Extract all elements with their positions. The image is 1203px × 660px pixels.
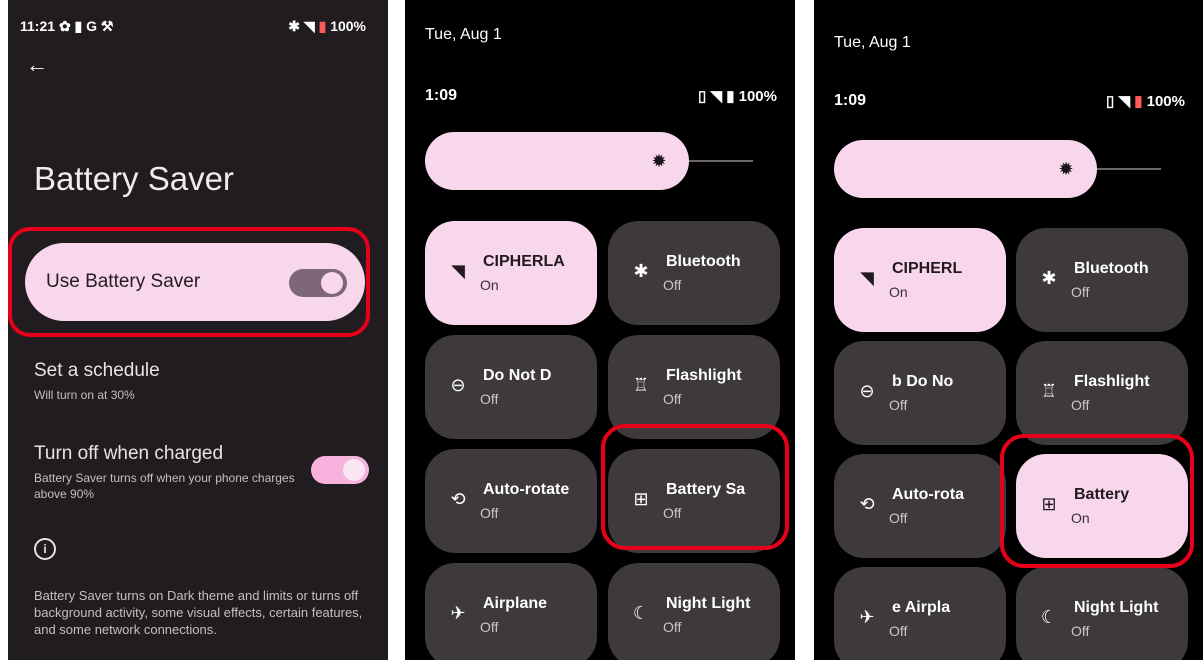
qs-date: Tue, Aug 1 bbox=[834, 34, 911, 51]
tile-state: On bbox=[889, 284, 908, 300]
qs-tile-wifi[interactable]: ◥ CIPHERL On bbox=[834, 228, 1006, 332]
tile-state: On bbox=[480, 277, 499, 293]
page-title: Battery Saver bbox=[34, 160, 234, 197]
wifi-icon: ◥ bbox=[451, 261, 465, 281]
battery-saver-footer: Battery Saver turns on Dark theme and li… bbox=[34, 588, 363, 637]
qs-tile-auto-rotate[interactable]: ⟲ Auto-rotate Off bbox=[425, 449, 597, 553]
night-light-icon: ☾ bbox=[1040, 607, 1058, 627]
toggle-knob bbox=[343, 459, 365, 481]
qs-tile-do-not-disturb[interactable]: ⊖ b Do No Off bbox=[834, 341, 1006, 445]
tile-state: Off bbox=[663, 391, 682, 407]
schedule-title[interactable]: Set a schedule bbox=[34, 360, 160, 382]
back-arrow-icon[interactable]: ← bbox=[26, 52, 48, 78]
tile-state: Off bbox=[889, 510, 908, 526]
tile-label: Flashlight bbox=[1074, 373, 1150, 390]
bluetooth-icon: ✱ bbox=[1041, 268, 1057, 288]
night-light-icon: ☾ bbox=[632, 603, 650, 623]
tile-state: Off bbox=[1071, 397, 1090, 413]
battery-icon: ▮ bbox=[318, 18, 327, 34]
flashlight-icon: ♖ bbox=[1040, 381, 1058, 401]
tile-label: Bluetooth bbox=[666, 253, 741, 270]
tile-label: CIPHERL bbox=[892, 260, 963, 277]
brightness-icon: ✹ bbox=[1058, 159, 1074, 179]
quick-settings-screen-off: Tue, Aug 1 1:09 ▯ ◥ ▮ 100% ✹ ◥ CIPHERLA On… bbox=[405, 0, 795, 660]
bluetooth-icon: ✱ bbox=[633, 261, 649, 281]
qs-tile-night-light[interactable]: ☾ Night Light Off bbox=[1016, 567, 1188, 660]
tile-label: Do Not D bbox=[483, 367, 552, 384]
tile-state: Off bbox=[889, 397, 908, 413]
tile-label: Airplane bbox=[483, 595, 548, 612]
tile-label: Bluetooth bbox=[1074, 260, 1149, 277]
status-icons: ✿ ▮ G ⚒ bbox=[58, 18, 114, 34]
tile-state: Off bbox=[480, 619, 499, 635]
tile-label: e Airpla bbox=[892, 599, 951, 616]
qs-tile-flashlight[interactable]: ♖ Flashlight Off bbox=[1016, 341, 1188, 445]
qs-tile-bluetooth[interactable]: ✱ Bluetooth Off bbox=[1016, 228, 1188, 332]
qs-tile-night-light[interactable]: ☾ Night Light Off bbox=[608, 563, 780, 660]
tile-label: Flashlight bbox=[666, 367, 742, 384]
flashlight-icon: ♖ bbox=[632, 375, 650, 395]
tile-label: CIPHERLA bbox=[483, 253, 565, 270]
turn-off-when-charged-toggle[interactable] bbox=[311, 456, 369, 484]
qs-time: 1:09 bbox=[425, 87, 458, 104]
tile-label: Auto-rota bbox=[892, 486, 964, 503]
tile-state: Off bbox=[1071, 623, 1090, 639]
brightness-icon: ✹ bbox=[651, 151, 667, 171]
tile-state: Off bbox=[480, 391, 499, 407]
vibrate-icon: ▯ bbox=[1106, 93, 1115, 110]
auto-rotate-icon: ⟲ bbox=[450, 489, 466, 509]
tile-state: Off bbox=[1071, 284, 1090, 300]
tile-label: Auto-rotate bbox=[483, 481, 570, 498]
qs-status-icons: ▯ ◥ ▮ 100% bbox=[698, 87, 777, 105]
tile-state: Off bbox=[663, 619, 682, 635]
status-time: 11:21 bbox=[20, 18, 56, 34]
info-icon: i bbox=[34, 538, 56, 560]
qs-tile-auto-rotate[interactable]: ⟲ Auto-rota Off bbox=[834, 454, 1006, 558]
battery-icon: ▮ bbox=[1134, 93, 1143, 110]
tile-label: Night Light bbox=[1074, 599, 1159, 616]
airplane-icon: ✈ bbox=[859, 607, 875, 627]
qs-battery: 100% bbox=[1146, 93, 1185, 110]
highlight-frame bbox=[601, 424, 789, 550]
highlight-frame bbox=[8, 227, 370, 337]
wifi-icon: ◥ bbox=[710, 88, 723, 105]
tile-label: Night Light bbox=[666, 595, 751, 612]
qs-date: Tue, Aug 1 bbox=[425, 26, 502, 43]
turn-off-when-charged-title[interactable]: Turn off when charged bbox=[34, 443, 223, 465]
auto-rotate-icon: ⟲ bbox=[859, 494, 875, 514]
turn-off-when-charged-subtitle: Battery Saver turns off when your phone … bbox=[34, 471, 295, 501]
tile-label: b Do No bbox=[892, 373, 954, 390]
wifi-icon: ◥ bbox=[303, 18, 315, 34]
wifi-icon: ◥ bbox=[860, 268, 874, 288]
battery-icon: ▮ bbox=[726, 88, 735, 105]
qs-tile-do-not-disturb[interactable]: ⊖ Do Not D Off bbox=[425, 335, 597, 439]
status-bar-right: ✱ ◥ ▮ 100% bbox=[288, 18, 366, 35]
qs-tile-airplane[interactable]: ✈ Airplane Off bbox=[425, 563, 597, 660]
status-battery: 100% bbox=[330, 18, 366, 34]
brightness-track bbox=[689, 160, 753, 162]
qs-tile-wifi[interactable]: ◥ CIPHERLA On bbox=[425, 221, 597, 325]
tile-state: Off bbox=[889, 623, 908, 639]
qs-time: 1:09 bbox=[834, 92, 867, 109]
qs-tile-bluetooth[interactable]: ✱ Bluetooth Off bbox=[608, 221, 780, 325]
brightness-track bbox=[1097, 168, 1161, 170]
tile-state: Off bbox=[480, 505, 499, 521]
do-not-disturb-icon: ⊖ bbox=[450, 375, 466, 395]
vibrate-icon: ▯ bbox=[698, 88, 707, 105]
highlight-frame bbox=[1000, 434, 1194, 568]
airplane-icon: ✈ bbox=[450, 603, 466, 623]
wifi-icon: ◥ bbox=[1118, 93, 1131, 110]
schedule-subtitle: Will turn on at 30% bbox=[34, 388, 135, 402]
tile-state: Off bbox=[663, 277, 682, 293]
qs-battery: 100% bbox=[738, 88, 777, 105]
do-not-disturb-icon: ⊖ bbox=[859, 381, 875, 401]
status-bar-left: 11:21 ✿ ▮ G ⚒ bbox=[20, 18, 113, 35]
qs-status-icons: ▯ ◥ ▮ 100% bbox=[1106, 92, 1185, 110]
bluetooth-icon: ✱ bbox=[288, 18, 301, 34]
qs-tile-airplane[interactable]: ✈ e Airpla Off bbox=[834, 567, 1006, 660]
